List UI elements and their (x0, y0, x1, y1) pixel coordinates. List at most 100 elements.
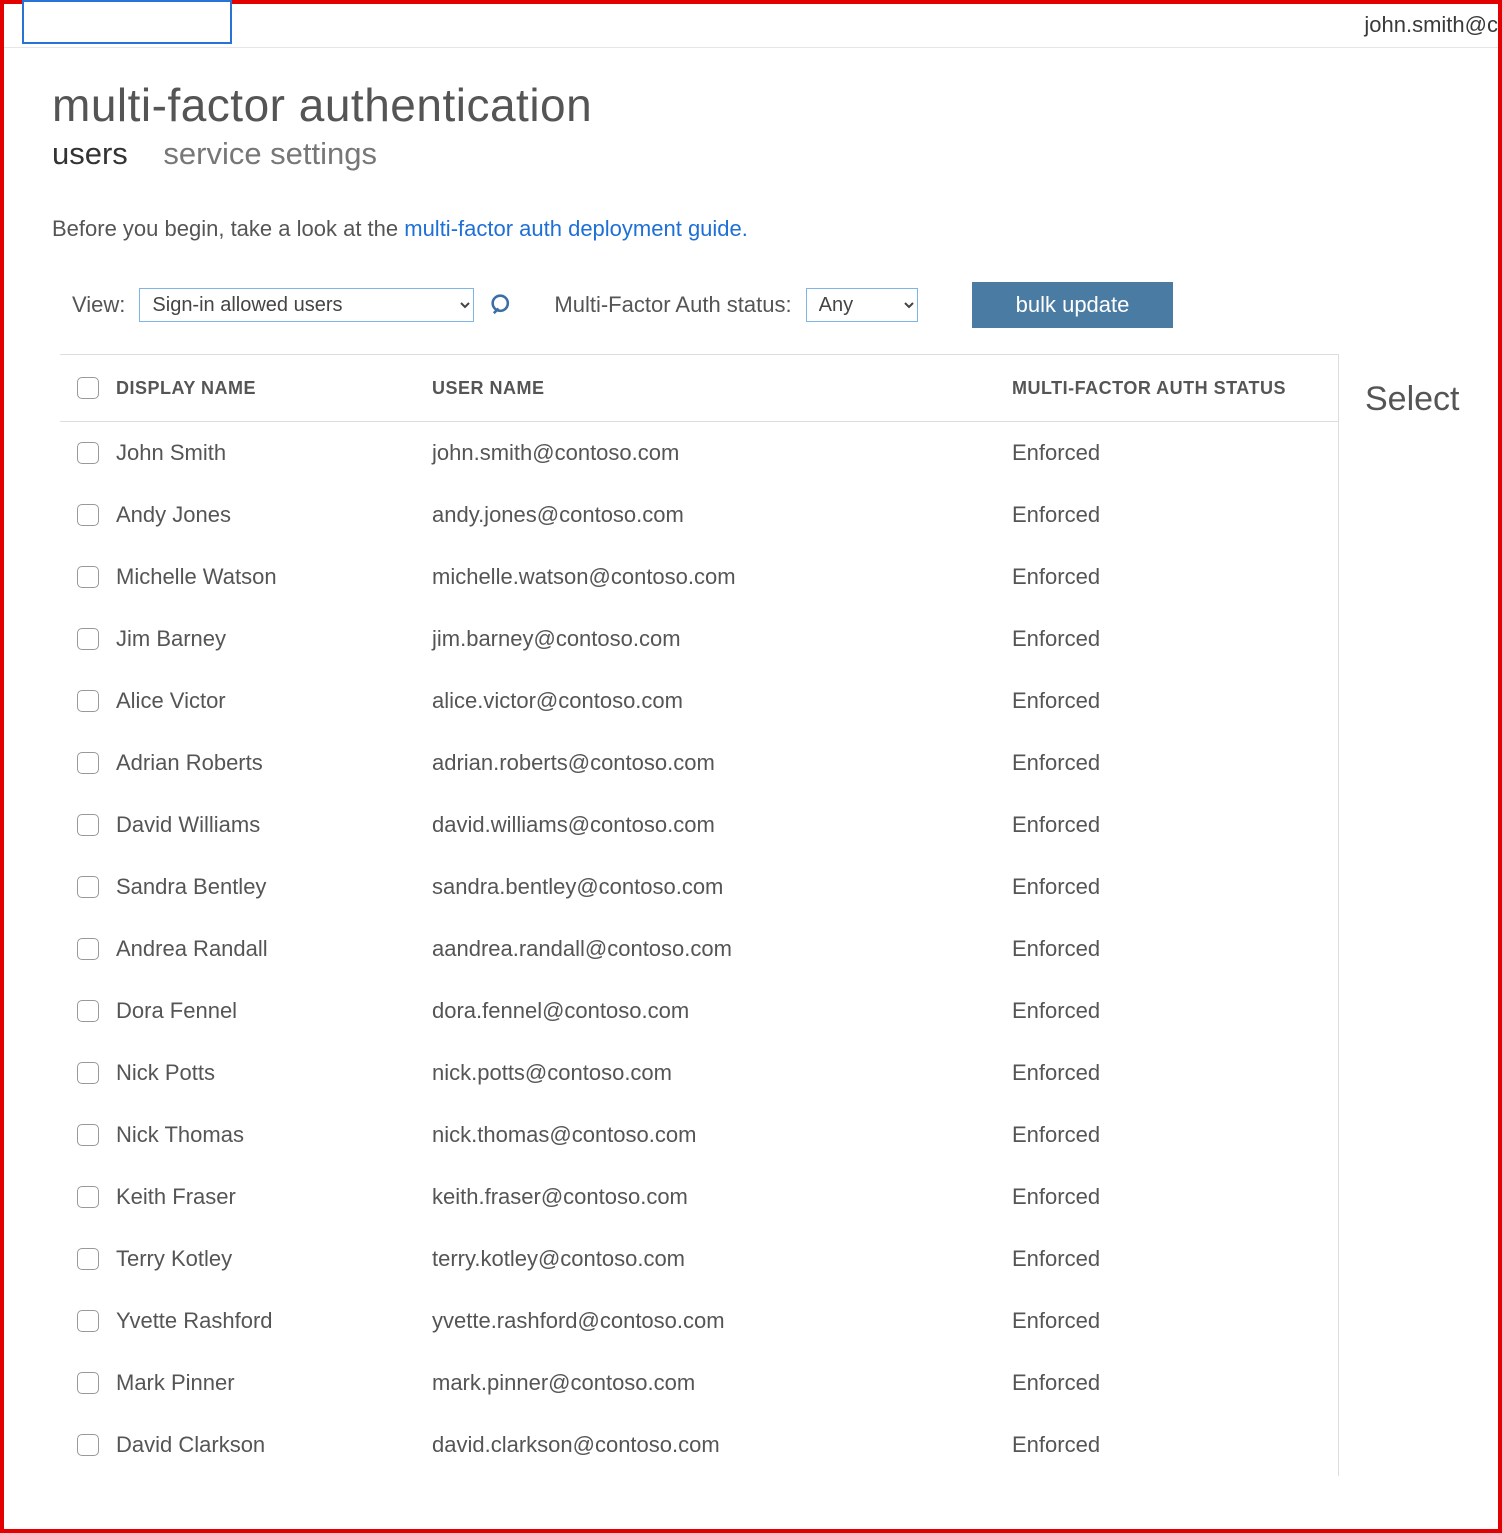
cell-user-name: nick.potts@contoso.com (432, 1060, 1012, 1086)
cell-display-name: John Smith (116, 440, 432, 466)
cell-user-name: yvette.rashford@contoso.com (432, 1308, 1012, 1334)
cell-user-name: mark.pinner@contoso.com (432, 1370, 1012, 1396)
table-header: DISPLAY NAME USER NAME MULTI-FACTOR AUTH… (60, 354, 1338, 422)
table-row[interactable]: Sandra Bentleysandra.bentley@contoso.com… (60, 856, 1338, 918)
row-checkbox[interactable] (77, 1372, 99, 1394)
view-select[interactable]: Sign-in allowed users (139, 288, 474, 322)
table-row[interactable]: David Clarksondavid.clarkson@contoso.com… (60, 1414, 1338, 1476)
cell-mfa-status: Enforced (1012, 1060, 1332, 1086)
table-row[interactable]: David Williamsdavid.williams@contoso.com… (60, 794, 1338, 856)
cell-mfa-status: Enforced (1012, 440, 1332, 466)
browser-tab-placeholder[interactable] (22, 0, 232, 44)
column-user-name[interactable]: USER NAME (432, 378, 1012, 399)
row-checkbox[interactable] (77, 876, 99, 898)
cell-display-name: Nick Potts (116, 1060, 432, 1086)
row-checkbox[interactable] (77, 1000, 99, 1022)
tab-users[interactable]: users (52, 136, 128, 172)
row-checkbox[interactable] (77, 442, 99, 464)
mfa-status-select[interactable]: Any (806, 288, 918, 322)
cell-mfa-status: Enforced (1012, 626, 1332, 652)
signed-in-user: john.smith@c (1364, 12, 1498, 38)
cell-display-name: Sandra Bentley (116, 874, 432, 900)
view-label: View: (72, 292, 125, 318)
cell-display-name: Yvette Rashford (116, 1308, 432, 1334)
cell-user-name: sandra.bentley@contoso.com (432, 874, 1012, 900)
cell-user-name: terry.kotley@contoso.com (432, 1246, 1012, 1272)
cell-display-name: Keith Fraser (116, 1184, 432, 1210)
row-checkbox[interactable] (77, 628, 99, 650)
intro-text: Before you begin, take a look at the mul… (52, 216, 1498, 242)
table-row[interactable]: Nick Thomasnick.thomas@contoso.comEnforc… (60, 1104, 1338, 1166)
cell-user-name: alice.victor@contoso.com (432, 688, 1012, 714)
cell-mfa-status: Enforced (1012, 812, 1332, 838)
search-icon[interactable] (488, 291, 516, 319)
table-row[interactable]: Nick Pottsnick.potts@contoso.comEnforced (60, 1042, 1338, 1104)
row-checkbox[interactable] (77, 504, 99, 526)
deployment-guide-link[interactable]: multi-factor auth deployment guide. (404, 216, 748, 241)
column-mfa-status[interactable]: MULTI-FACTOR AUTH STATUS (1012, 378, 1332, 399)
cell-user-name: david.williams@contoso.com (432, 812, 1012, 838)
cell-display-name: Jim Barney (116, 626, 432, 652)
cell-display-name: Andrea Randall (116, 936, 432, 962)
cell-display-name: Dora Fennel (116, 998, 432, 1024)
cell-mfa-status: Enforced (1012, 998, 1332, 1024)
cell-mfa-status: Enforced (1012, 750, 1332, 776)
table-row[interactable]: Yvette Rashfordyvette.rashford@contoso.c… (60, 1290, 1338, 1352)
table-row[interactable]: Terry Kotleyterry.kotley@contoso.comEnfo… (60, 1228, 1338, 1290)
table-row[interactable]: Alice Victoralice.victor@contoso.comEnfo… (60, 670, 1338, 732)
table-row[interactable]: Dora Fenneldora.fennel@contoso.comEnforc… (60, 980, 1338, 1042)
cell-user-name: david.clarkson@contoso.com (432, 1432, 1012, 1458)
filter-controls: View: Sign-in allowed users Multi-Factor… (52, 282, 1498, 328)
mfa-status-label: Multi-Factor Auth status: (554, 292, 791, 318)
cell-user-name: keith.fraser@contoso.com (432, 1184, 1012, 1210)
cell-mfa-status: Enforced (1012, 1122, 1332, 1148)
cell-mfa-status: Enforced (1012, 1370, 1332, 1396)
row-checkbox[interactable] (77, 1434, 99, 1456)
row-checkbox[interactable] (77, 1186, 99, 1208)
row-checkbox[interactable] (77, 566, 99, 588)
row-checkbox[interactable] (77, 814, 99, 836)
table-row[interactable]: Mark Pinnermark.pinner@contoso.comEnforc… (60, 1352, 1338, 1414)
table-row[interactable]: Andrea Randallaandrea.randall@contoso.co… (60, 918, 1338, 980)
tab-service-settings[interactable]: service settings (163, 136, 377, 172)
table-row[interactable]: Michelle Watsonmichelle.watson@contoso.c… (60, 546, 1338, 608)
cell-mfa-status: Enforced (1012, 936, 1332, 962)
table-row[interactable]: John Smithjohn.smith@contoso.comEnforced (60, 422, 1338, 484)
row-checkbox[interactable] (77, 1124, 99, 1146)
cell-mfa-status: Enforced (1012, 1184, 1332, 1210)
cell-display-name: Terry Kotley (116, 1246, 432, 1272)
select-all-checkbox[interactable] (77, 377, 99, 399)
row-checkbox[interactable] (77, 1310, 99, 1332)
users-table: DISPLAY NAME USER NAME MULTI-FACTOR AUTH… (52, 354, 1338, 1476)
row-checkbox[interactable] (77, 752, 99, 774)
top-bar: john.smith@c (4, 4, 1498, 48)
row-checkbox[interactable] (77, 938, 99, 960)
cell-user-name: aandrea.randall@contoso.com (432, 936, 1012, 962)
cell-user-name: nick.thomas@contoso.com (432, 1122, 1012, 1148)
cell-mfa-status: Enforced (1012, 564, 1332, 590)
table-row[interactable]: Andy Jonesandy.jones@contoso.comEnforced (60, 484, 1338, 546)
page-tabs: users service settings (52, 136, 1498, 172)
side-panel: Select (1338, 354, 1498, 1476)
intro-prefix: Before you begin, take a look at the (52, 216, 404, 241)
row-checkbox[interactable] (77, 1062, 99, 1084)
page-title: multi-factor authentication (52, 78, 1498, 132)
cell-display-name: Andy Jones (116, 502, 432, 528)
table-row[interactable]: Keith Fraserkeith.fraser@contoso.comEnfo… (60, 1166, 1338, 1228)
cell-user-name: adrian.roberts@contoso.com (432, 750, 1012, 776)
side-panel-title: Select (1365, 380, 1498, 419)
table-row[interactable]: Jim Barneyjim.barney@contoso.comEnforced (60, 608, 1338, 670)
main-content: multi-factor authentication users servic… (4, 48, 1498, 1476)
cell-user-name: dora.fennel@contoso.com (432, 998, 1012, 1024)
cell-mfa-status: Enforced (1012, 1308, 1332, 1334)
cell-display-name: Adrian Roberts (116, 750, 432, 776)
table-row[interactable]: Adrian Robertsadrian.roberts@contoso.com… (60, 732, 1338, 794)
row-checkbox[interactable] (77, 1248, 99, 1270)
cell-display-name: Nick Thomas (116, 1122, 432, 1148)
cell-user-name: jim.barney@contoso.com (432, 626, 1012, 652)
row-checkbox[interactable] (77, 690, 99, 712)
column-display-name[interactable]: DISPLAY NAME (116, 378, 432, 399)
bulk-update-button[interactable]: bulk update (972, 282, 1174, 328)
cell-user-name: andy.jones@contoso.com (432, 502, 1012, 528)
cell-mfa-status: Enforced (1012, 1246, 1332, 1272)
